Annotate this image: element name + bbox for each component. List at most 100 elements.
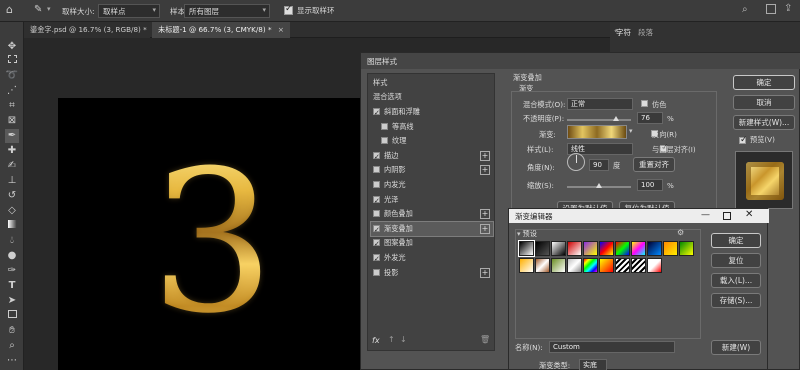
style-item-checkbox[interactable] xyxy=(381,137,388,145)
style-item-checkbox[interactable] xyxy=(381,122,388,130)
styles-header[interactable]: 样式 xyxy=(371,76,493,90)
more-tools-icon[interactable]: ⋯ xyxy=(5,354,19,368)
gradient-preset-swatch[interactable] xyxy=(615,241,630,256)
quick-select-tool-icon[interactable]: ⋰ xyxy=(5,84,19,98)
style-item-checkbox[interactable] xyxy=(373,166,380,174)
zoom-tool-icon[interactable]: ⌕ xyxy=(5,339,19,353)
lasso-tool-icon[interactable]: ➰ xyxy=(5,69,19,83)
gradient-preset-swatch[interactable] xyxy=(647,241,662,256)
blend-mode-select[interactable]: 正常 xyxy=(567,98,633,110)
document-canvas[interactable]: 3 xyxy=(58,98,378,370)
style-item[interactable]: 等高线 xyxy=(371,120,493,134)
style-item-checkbox[interactable] xyxy=(373,106,380,120)
doc-tab-2[interactable]: 未标题-1 @ 66.7% (3, CMYK/8) * × xyxy=(152,22,290,38)
gradient-preset-swatch[interactable] xyxy=(631,258,646,273)
marquee-tool-icon[interactable] xyxy=(5,54,19,68)
style-item[interactable]: 描边 + xyxy=(371,149,493,164)
history-brush-icon[interactable]: ↺ xyxy=(5,189,19,203)
dodge-tool-icon[interactable]: ● xyxy=(5,249,19,263)
style-item-checkbox[interactable] xyxy=(373,181,380,188)
show-ring-checkbox-row[interactable]: 显示取样环 xyxy=(284,4,335,16)
gradient-preset-swatch[interactable] xyxy=(535,258,550,273)
crop-tool-icon[interactable]: ⌗ xyxy=(5,99,19,113)
workspace-icon[interactable] xyxy=(766,4,776,14)
gradient-preset-swatch[interactable] xyxy=(551,241,566,256)
maximize-icon[interactable] xyxy=(723,212,731,220)
name-input[interactable]: Custom xyxy=(549,341,675,353)
new-style-button[interactable]: 新建样式(W)... xyxy=(733,115,795,130)
eraser-tool-icon[interactable]: ◇ xyxy=(5,204,19,218)
eyedropper-tool-icon[interactable]: ✎ xyxy=(34,4,46,16)
ge-new-button[interactable]: 新建(W) xyxy=(711,340,761,355)
gradient-preset-swatch[interactable] xyxy=(535,241,550,256)
style-item[interactable]: 渐变叠加 + xyxy=(370,220,494,237)
style-item-checkbox[interactable] xyxy=(373,252,380,266)
style-item[interactable]: 颜色叠加 + xyxy=(371,207,493,221)
scale-slider-knob[interactable] xyxy=(596,183,602,188)
style-item[interactable]: 光泽 xyxy=(371,193,493,208)
sample-select[interactable]: 所有图层 xyxy=(184,4,270,18)
style-item[interactable]: 投影 + xyxy=(371,266,493,280)
style-item-checkbox[interactable] xyxy=(373,210,380,218)
gradient-preset-swatch[interactable] xyxy=(567,258,582,273)
close-icon[interactable]: ✕ xyxy=(745,209,753,220)
pen-tool-icon[interactable]: ✑ xyxy=(5,264,19,278)
gradient-preset-swatch[interactable] xyxy=(631,241,646,256)
style-item[interactable]: 斜面和浮雕 xyxy=(371,105,493,120)
move-tool-icon[interactable]: ✥ xyxy=(5,40,19,54)
add-style-icon[interactable]: + xyxy=(480,209,490,220)
clone-stamp-icon[interactable]: ⊥ xyxy=(5,174,19,188)
move-up-icon[interactable]: ↑ xyxy=(388,335,395,344)
path-select-icon[interactable]: ➤ xyxy=(5,294,19,308)
dither-checkbox[interactable] xyxy=(641,100,648,107)
opacity-slider-knob[interactable] xyxy=(612,116,619,121)
tool-preset-chevron-icon[interactable]: ▾ xyxy=(47,5,51,13)
move-down-icon[interactable]: ↓ xyxy=(400,335,407,344)
gradient-preset-swatch[interactable] xyxy=(551,258,566,273)
style-item-checkbox[interactable] xyxy=(373,223,380,237)
cancel-button[interactable]: 取消 xyxy=(733,95,795,110)
reset-align-button[interactable]: 重置对齐 xyxy=(633,157,675,172)
style-item-checkbox[interactable] xyxy=(373,194,380,208)
style-item[interactable]: 内阴影 + xyxy=(371,163,493,177)
home-icon[interactable]: ⌂ xyxy=(6,4,18,16)
blend-options-item[interactable]: 混合选项 xyxy=(371,90,493,104)
search-icon[interactable]: ⌕ xyxy=(742,4,748,15)
healing-brush-icon[interactable]: ✚ xyxy=(5,144,19,158)
gradient-preset-swatch[interactable] xyxy=(583,258,598,273)
fx-icon[interactable]: fx xyxy=(372,336,380,345)
show-ring-checkbox[interactable] xyxy=(284,4,293,15)
preview-checkbox[interactable] xyxy=(739,135,748,145)
panel-tab-paragraph[interactable]: 段落 xyxy=(638,27,653,38)
gradient-preset-swatch[interactable] xyxy=(615,258,630,273)
trash-icon[interactable]: 🗑︎ xyxy=(480,335,490,344)
gradient-preset-swatch[interactable] xyxy=(647,258,662,273)
ge-ok-button[interactable]: 确定 xyxy=(711,233,761,248)
style-item[interactable]: 外发光 xyxy=(371,251,493,266)
opacity-slider[interactable] xyxy=(567,116,631,121)
gradient-preset-swatch[interactable] xyxy=(567,241,582,256)
gradient-preset-swatch[interactable] xyxy=(583,241,598,256)
type-tool-icon[interactable]: T xyxy=(5,279,19,293)
style-item-checkbox[interactable] xyxy=(373,268,380,276)
style-item[interactable]: 纹理 xyxy=(371,134,493,148)
presets-header[interactable]: ▾ 预设 xyxy=(517,229,537,239)
style-item-checkbox[interactable] xyxy=(373,150,380,164)
style-item[interactable]: 图案叠加 xyxy=(371,236,493,251)
sample-size-select[interactable]: 取样点 xyxy=(98,4,160,18)
style-item[interactable]: 内发光 xyxy=(371,178,493,192)
ge-load-button[interactable]: 载入(L)... xyxy=(711,273,761,288)
ge-reset-button[interactable]: 复位 xyxy=(711,253,761,268)
gradient-preset-swatch[interactable] xyxy=(599,241,614,256)
add-style-icon[interactable]: + xyxy=(480,223,490,234)
ok-button[interactable]: 确定 xyxy=(733,75,795,90)
gradient-dropdown-icon[interactable]: ▾ xyxy=(629,127,633,135)
gradient-swatch[interactable] xyxy=(567,125,627,139)
ge-save-button[interactable]: 存储(S)... xyxy=(711,293,761,308)
opacity-input[interactable]: 76 xyxy=(637,112,663,124)
add-style-icon[interactable]: + xyxy=(480,165,490,176)
angle-input[interactable]: 90 xyxy=(589,159,609,171)
style-item-checkbox[interactable] xyxy=(373,237,380,251)
close-icon[interactable]: × xyxy=(278,25,284,34)
frame-tool-icon[interactable]: ⊠ xyxy=(5,114,19,128)
